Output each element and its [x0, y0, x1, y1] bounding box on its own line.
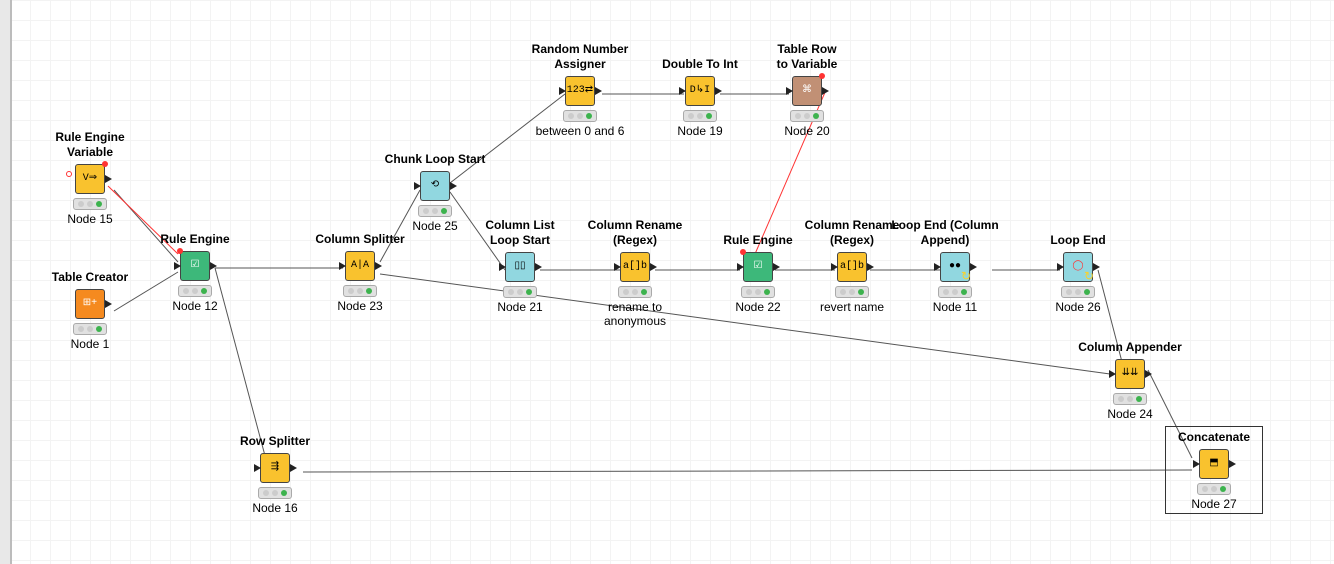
node-loop-end-26[interactable]: Loop End ◯↻ Node 26 [1018, 233, 1138, 314]
status-traffic [343, 285, 377, 297]
node-sub: Node 26 [1055, 300, 1100, 314]
node-title: Table Creator [52, 270, 128, 285]
status-traffic [178, 285, 212, 297]
node-sub: Node 25 [412, 219, 457, 233]
node-title: Column Appender [1078, 340, 1182, 355]
status-traffic [258, 487, 292, 499]
node-title: Rule Engine [160, 232, 229, 247]
node-icon[interactable]: ▯▯ [505, 252, 535, 282]
node-icon[interactable]: a[]b [837, 252, 867, 282]
node-icon[interactable]: ⬒ [1199, 449, 1229, 479]
node-loop-end-column-append[interactable]: Loop End (Column Append) ●●↻ Node 11 [895, 218, 1015, 314]
node-sub: Node 1 [71, 337, 110, 351]
node-title: Column Rename (Regex) [588, 218, 683, 248]
node-sub: revert name [820, 300, 884, 314]
node-sub: between 0 and 6 [536, 124, 625, 138]
workflow-canvas[interactable]: Rule Engine Variable V⇒ Node 15 Table Cr… [0, 0, 1334, 564]
node-sub: Node 23 [337, 299, 382, 313]
node-column-rename-regex-1[interactable]: Column Rename (Regex) a[]b rename to ano… [575, 218, 695, 328]
node-sub: Node 11 [933, 300, 977, 314]
node-concatenate[interactable]: Concatenate ⬒ Node 27 [1154, 430, 1274, 511]
node-sub: Node 12 [172, 299, 217, 313]
node-rule-engine-variable[interactable]: Rule Engine Variable V⇒ Node 15 [30, 130, 150, 226]
status-traffic [418, 205, 452, 217]
node-icon[interactable]: ⊞+ [75, 289, 105, 319]
node-double-to-int[interactable]: Double To Int D↳I Node 19 [640, 57, 760, 138]
node-column-list-loop-start[interactable]: Column List Loop Start ▯▯ Node 21 [460, 218, 580, 314]
node-title: Table Row to Variable [777, 42, 838, 72]
node-rule-engine-12[interactable]: Rule Engine ☑ Node 12 [135, 232, 255, 313]
node-icon[interactable]: A|A [345, 251, 375, 281]
status-traffic [741, 286, 775, 298]
node-sub: rename to anonymous [604, 300, 666, 328]
status-traffic [563, 110, 597, 122]
node-icon[interactable]: V⇒ [75, 164, 105, 194]
node-icon[interactable]: ●●↻ [940, 252, 970, 282]
node-title: Rule Engine Variable [55, 130, 124, 160]
node-sub: Node 21 [497, 300, 542, 314]
node-sub: Node 27 [1191, 497, 1236, 511]
node-icon[interactable]: ⌘ [792, 76, 822, 106]
node-random-number-assigner[interactable]: Random Number Assigner 123⇄ between 0 an… [520, 42, 640, 138]
status-traffic [73, 323, 107, 335]
status-traffic [1197, 483, 1231, 495]
node-icon[interactable]: 123⇄ [565, 76, 595, 106]
node-sub: Node 24 [1107, 407, 1152, 421]
node-column-appender[interactable]: Column Appender ⇊⇊ Node 24 [1070, 340, 1190, 421]
status-traffic [1113, 393, 1147, 405]
node-title: Loop End (Column Append) [865, 218, 1025, 248]
node-title: Random Number Assigner [532, 42, 629, 72]
node-icon[interactable]: ☑ [743, 252, 773, 282]
node-icon[interactable]: ◯↻ [1063, 252, 1093, 282]
node-table-row-to-variable[interactable]: Table Row to Variable ⌘ Node 20 [747, 42, 867, 138]
node-icon[interactable]: D↳I [685, 76, 715, 106]
node-sub: Node 16 [252, 501, 297, 515]
node-title: Double To Int [662, 57, 738, 72]
node-column-splitter[interactable]: Column Splitter A|A Node 23 [300, 232, 420, 313]
node-sub: Node 20 [784, 124, 829, 138]
node-title: Loop End [1050, 233, 1105, 248]
node-icon[interactable]: ⟲ [420, 171, 450, 201]
node-icon[interactable]: ⇶ [260, 453, 290, 483]
node-title: Row Splitter [240, 434, 310, 449]
node-icon[interactable]: ☑ [180, 251, 210, 281]
status-traffic [503, 286, 537, 298]
node-title: Concatenate [1178, 430, 1250, 445]
status-traffic [683, 110, 717, 122]
node-title: Column List Loop Start [485, 218, 554, 248]
node-icon[interactable]: a[]b [620, 252, 650, 282]
node-table-creator[interactable]: Table Creator ⊞+ Node 1 [30, 270, 150, 351]
status-traffic [618, 286, 652, 298]
node-title: Chunk Loop Start [385, 152, 486, 167]
node-icon[interactable]: ⇊⇊ [1115, 359, 1145, 389]
status-traffic [790, 110, 824, 122]
node-sub: Node 15 [67, 212, 112, 226]
status-traffic [1061, 286, 1095, 298]
node-sub: Node 22 [735, 300, 780, 314]
status-traffic [835, 286, 869, 298]
node-title: Rule Engine [723, 233, 792, 248]
node-title: Column Splitter [315, 232, 404, 247]
node-row-splitter[interactable]: Row Splitter ⇶ Node 16 [215, 434, 335, 515]
node-sub: Node 19 [677, 124, 722, 138]
status-traffic [938, 286, 972, 298]
status-traffic [73, 198, 107, 210]
